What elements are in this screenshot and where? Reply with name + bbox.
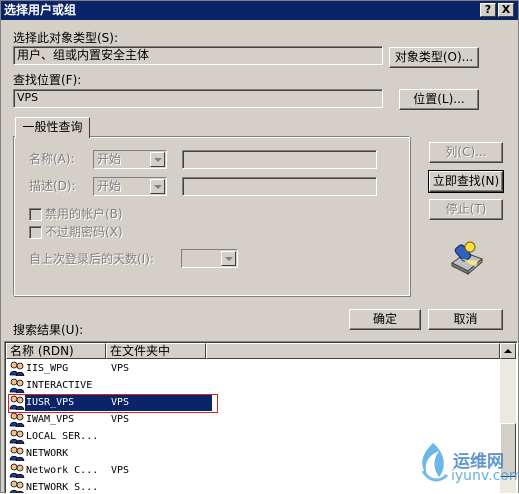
user-group-icon xyxy=(9,463,25,478)
table-row[interactable]: INTERACTIVE xyxy=(6,377,501,394)
cell-name: Network C... xyxy=(26,465,99,476)
object-type-label: 选择此对象类型(S): xyxy=(13,31,119,45)
locations-button[interactable]: 位置(L)... xyxy=(399,89,479,110)
table-row[interactable]: IIS_WPG VPS xyxy=(6,360,501,377)
name-label: 名称(A): xyxy=(29,152,75,166)
chevron-down-icon xyxy=(150,179,165,194)
cell-name: IIS_WPG xyxy=(26,363,69,374)
cell-folder: VPS xyxy=(111,397,130,408)
stop-button[interactable]: 停止(T) xyxy=(429,199,503,220)
name-input[interactable] xyxy=(182,150,377,169)
chevron-up-icon xyxy=(504,349,512,353)
description-input[interactable] xyxy=(182,177,377,196)
cell-name: INTERACTIVE xyxy=(26,380,93,391)
user-group-icon xyxy=(9,378,25,393)
name-condition-combo[interactable]: 开始 xyxy=(93,150,167,169)
find-now-button[interactable]: 立即查找(N) xyxy=(428,170,504,193)
cell-folder: VPS xyxy=(111,465,130,476)
cell-name: IWAM_VPS xyxy=(26,414,75,425)
days-since-logon-label: 自上次登录后的天数(I): xyxy=(29,252,154,266)
cell-name: IUSR_VPS xyxy=(26,397,75,408)
cell-name: NETWORK S... xyxy=(26,482,99,493)
search-flashlight-icon xyxy=(451,241,483,275)
site-watermark: 运维网 iyunv.com xyxy=(413,441,519,491)
description-condition-combo[interactable]: 开始 xyxy=(93,177,167,196)
columns-button[interactable]: 列(C)... xyxy=(429,142,503,163)
tab-common-queries[interactable]: 一般性查询 xyxy=(15,117,90,138)
cell-name: NETWORK xyxy=(26,448,69,459)
column-header-folder[interactable]: 在文件夹中 xyxy=(106,343,206,359)
search-results-label: 搜索结果(U): xyxy=(13,323,84,337)
object-type-field: 用户、组或内置安全主体 xyxy=(13,46,383,65)
days-since-logon-combo[interactable] xyxy=(181,249,238,268)
object-types-button[interactable]: 对象类型(O)... xyxy=(389,47,479,68)
user-group-icon xyxy=(9,446,25,461)
user-group-icon xyxy=(9,429,25,444)
location-field: VPS xyxy=(13,89,383,108)
name-condition-value: 开始 xyxy=(97,152,122,166)
user-group-icon xyxy=(9,361,25,376)
table-row[interactable]: IWAM_VPS VPS xyxy=(6,411,501,428)
title-bar[interactable]: 选择用户或组 ? X xyxy=(1,1,518,20)
non-expiring-password-label: 不过期密码(X) xyxy=(45,225,123,239)
user-group-icon xyxy=(9,480,24,493)
disabled-accounts-label: 禁用的帐户(B) xyxy=(45,207,123,221)
watermark-url: iyunv.com xyxy=(451,468,519,484)
watermark-logo-icon xyxy=(421,443,449,482)
chevron-down-icon xyxy=(221,251,236,266)
cell-name: LOCAL SER... xyxy=(26,431,99,442)
disabled-accounts-checkbox[interactable] xyxy=(29,208,42,221)
column-header-name[interactable]: 名称 (RDN) xyxy=(6,343,106,359)
ok-button[interactable]: 确定 xyxy=(349,309,421,330)
column-header-filler xyxy=(206,343,500,359)
close-button[interactable]: X xyxy=(498,3,514,17)
cancel-button[interactable]: 取消 xyxy=(428,309,503,330)
select-users-dialog: 选择用户或组 ? X 选择此对象类型(S): 用户、组或内置安全主体 对象类型(… xyxy=(0,0,519,494)
description-label: 描述(D): xyxy=(29,179,76,193)
user-group-icon xyxy=(9,412,25,427)
chevron-down-icon xyxy=(150,152,165,167)
help-button[interactable]: ? xyxy=(480,3,496,17)
cell-folder: VPS xyxy=(111,363,130,374)
location-label: 查找位置(F): xyxy=(13,73,82,87)
scroll-up-button[interactable] xyxy=(500,343,516,359)
non-expiring-password-checkbox[interactable] xyxy=(29,226,42,239)
window-title: 选择用户或组 xyxy=(4,3,77,17)
user-group-icon xyxy=(9,395,25,410)
table-row[interactable]: IUSR_VPS VPS xyxy=(6,394,501,413)
cell-folder: VPS xyxy=(111,414,130,425)
description-condition-value: 开始 xyxy=(97,179,122,193)
